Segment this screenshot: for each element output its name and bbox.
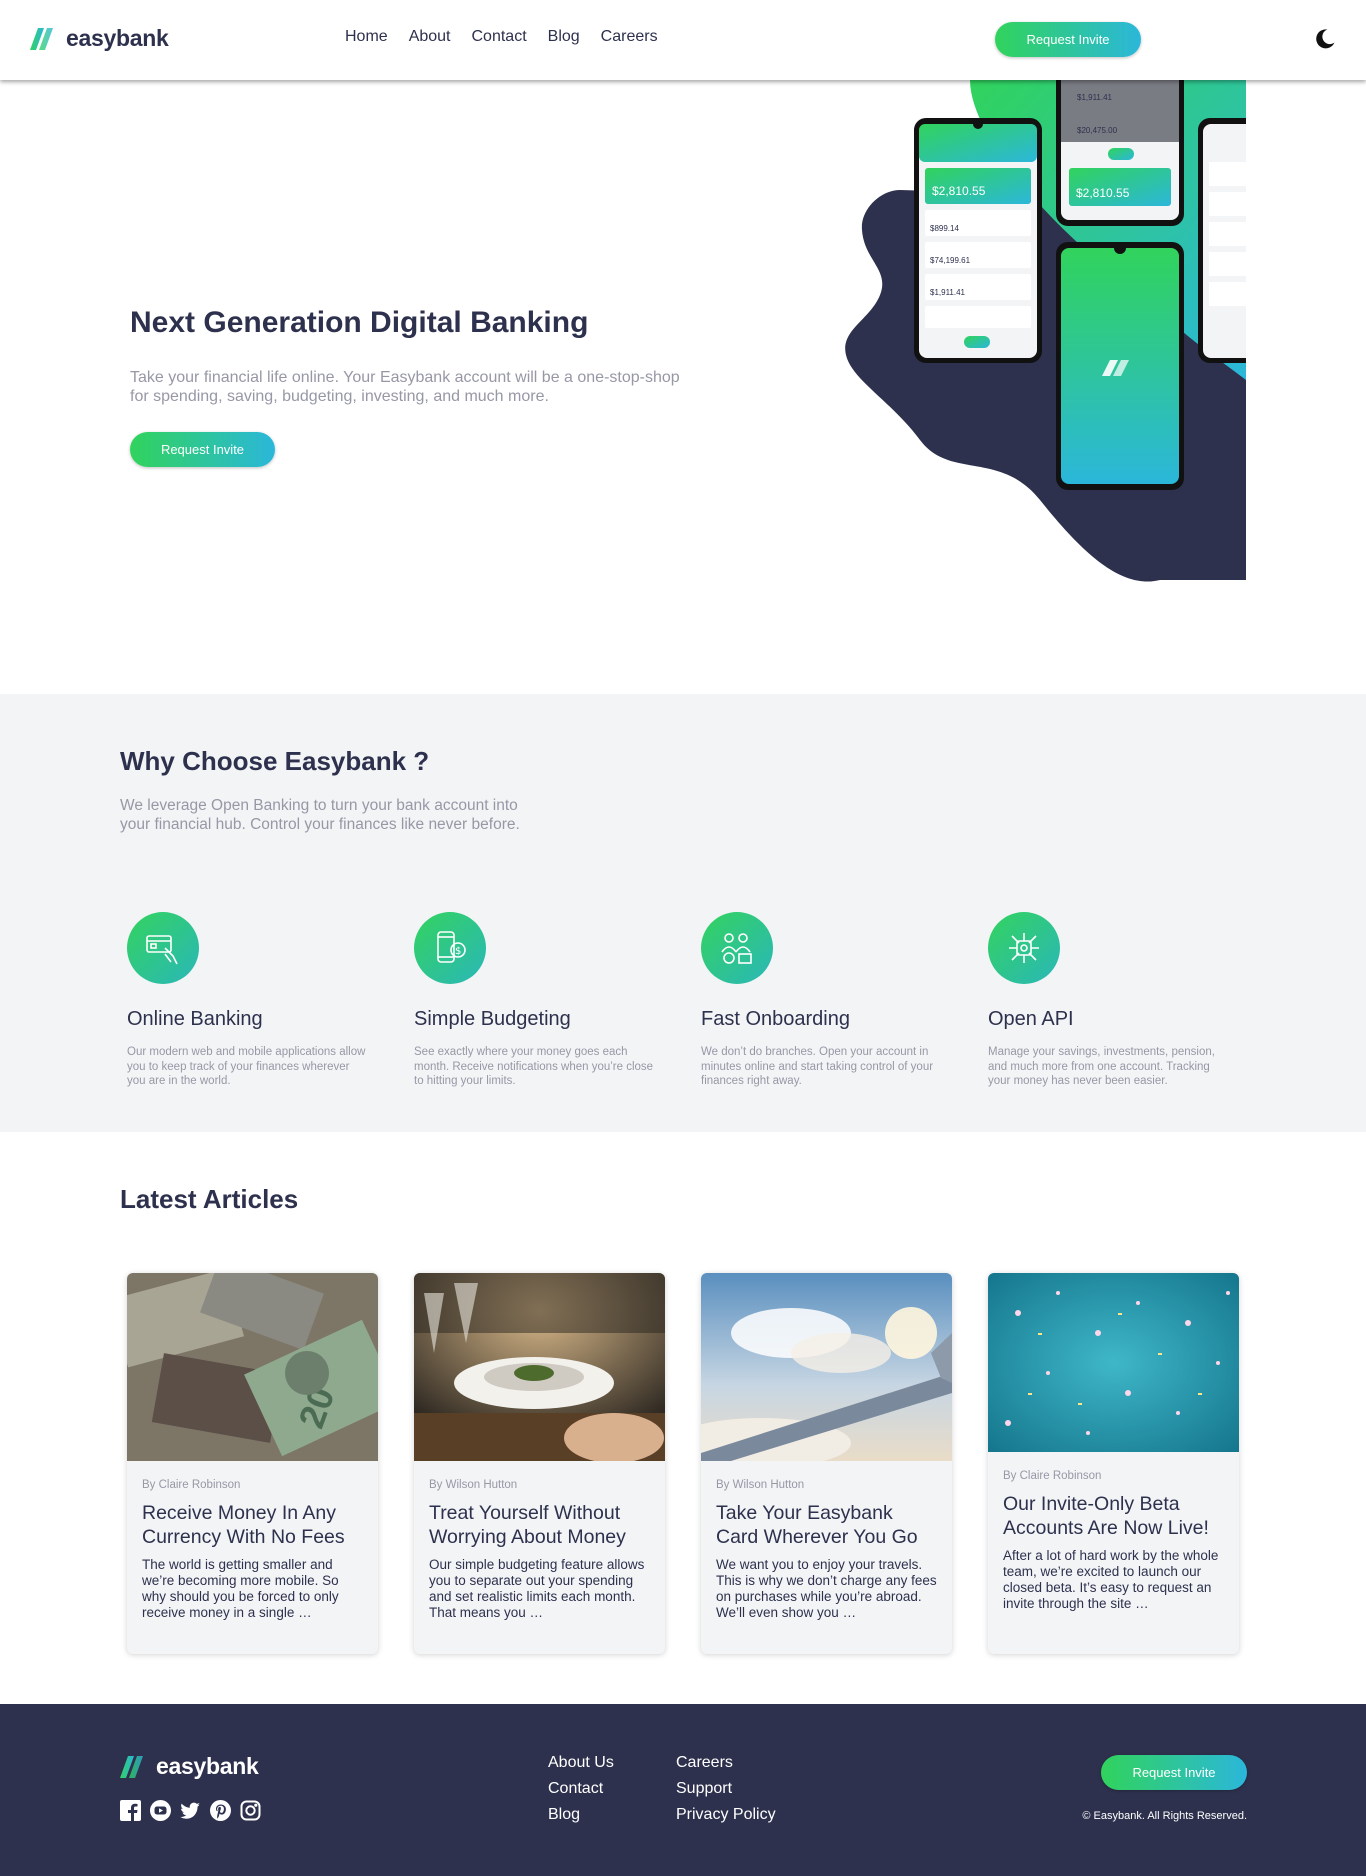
footer-logo-text: easybank bbox=[156, 1753, 259, 1779]
plane-wing-photo bbox=[701, 1273, 952, 1468]
footer-link-privacy-policy[interactable]: Privacy Policy bbox=[676, 1806, 776, 1824]
header-request-invite-button[interactable]: Request Invite bbox=[995, 22, 1141, 57]
articles-title: Latest Articles bbox=[120, 1184, 299, 1214]
facebook-icon[interactable] bbox=[120, 1800, 141, 1821]
phone-top-row-2: $20,475.00 bbox=[1077, 126, 1118, 135]
restaurant-photo bbox=[414, 1273, 665, 1463]
footer-link-careers[interactable]: Careers bbox=[676, 1754, 733, 1772]
feature-open-api: Open API Manage your savings, investment… bbox=[988, 912, 1238, 1089]
twitter-icon[interactable] bbox=[180, 1800, 201, 1821]
phone-row-3: $1,911.41 bbox=[930, 288, 966, 297]
hero-request-invite-button[interactable]: Request Invite bbox=[130, 432, 275, 467]
article-card[interactable]: By Wilson Hutton Treat Yourself Without … bbox=[414, 1273, 665, 1654]
article-excerpt: Our simple budgeting feature allows you … bbox=[429, 1557, 645, 1620]
hero-phones-illustration: $2,810.55 $899.14 $74,199.61 $1,911.41 $… bbox=[840, 80, 1246, 600]
phone-bottom bbox=[1056, 242, 1184, 490]
phones-mockup-image: $2,810.55 $899.14 $74,199.61 $1,911.41 $… bbox=[845, 80, 1246, 582]
why-title: Why Choose Easybank ? bbox=[120, 746, 430, 776]
phone-row-2: $74,199.61 bbox=[930, 256, 971, 265]
article-title[interactable]: Our Invite-Only Beta Accounts Are Now Li… bbox=[1003, 1492, 1224, 1540]
hero-description: Take your financial life online. Your Ea… bbox=[130, 369, 680, 405]
phone-top-row-1: $1,911.41 bbox=[1077, 93, 1113, 102]
why-description: We leverage Open Banking to turn your ba… bbox=[120, 797, 520, 833]
youtube-icon[interactable] bbox=[150, 1800, 171, 1821]
nav-careers[interactable]: Careers bbox=[601, 28, 658, 46]
logo-text: easybank bbox=[66, 25, 169, 51]
article-title[interactable]: Take Your Easybank Card Wherever You Go bbox=[716, 1501, 937, 1549]
footer-logo[interactable]: easybank bbox=[120, 1753, 259, 1780]
feature-text: We don’t do branches. Open your account … bbox=[701, 1046, 934, 1087]
pinterest-icon[interactable] bbox=[210, 1800, 231, 1821]
header-logo[interactable]: easybank bbox=[30, 25, 169, 52]
feature-text: Manage your savings, investments, pensio… bbox=[988, 1046, 1215, 1087]
nav-blog[interactable]: Blog bbox=[548, 28, 580, 46]
article-author: By Wilson Hutton bbox=[429, 1479, 518, 1491]
site-header: easybank Home About Contact Blog Careers… bbox=[0, 0, 1366, 80]
article-author: By Claire Robinson bbox=[1003, 1470, 1102, 1482]
phone-right bbox=[1198, 118, 1246, 363]
hero-title: Next Generation Digital Banking bbox=[130, 306, 589, 339]
article-title[interactable]: Receive Money In Any Currency With No Fe… bbox=[142, 1501, 363, 1549]
online-banking-icon bbox=[127, 912, 199, 984]
footer-link-support[interactable]: Support bbox=[676, 1780, 732, 1798]
svg-text:$2,810.55: $2,810.55 bbox=[1076, 186, 1130, 200]
phone-top: $1,911.41 $20,475.00 $2,810.55 bbox=[1056, 80, 1184, 226]
feature-title: Simple Budgeting bbox=[414, 1008, 571, 1030]
footer-link-blog[interactable]: Blog bbox=[548, 1806, 580, 1824]
phone-row-1: $899.14 bbox=[930, 224, 959, 233]
feature-fast-onboarding: Fast Onboarding We don’t do branches. Op… bbox=[701, 912, 951, 1089]
article-excerpt: After a lot of hard work by the whole te… bbox=[1003, 1548, 1219, 1611]
feature-title: Online Banking bbox=[127, 1008, 263, 1030]
budgeting-icon: $ bbox=[414, 912, 486, 984]
footer-link-contact[interactable]: Contact bbox=[548, 1780, 603, 1798]
instagram-icon[interactable] bbox=[240, 1800, 261, 1821]
nav-contact[interactable]: Contact bbox=[472, 28, 527, 46]
api-icon bbox=[988, 912, 1060, 984]
nav-home[interactable]: Home bbox=[345, 28, 388, 46]
article-card[interactable]: By Wilson Hutton Take Your Easybank Card… bbox=[701, 1273, 952, 1654]
footer-request-invite-button[interactable]: Request Invite bbox=[1101, 1755, 1247, 1790]
main-nav: Home About Contact Blog Careers bbox=[345, 28, 658, 46]
article-author: By Wilson Hutton bbox=[716, 1479, 805, 1491]
feature-text: Our modern web and mobile applications a… bbox=[127, 1046, 366, 1087]
logo-icon bbox=[120, 1755, 143, 1778]
article-excerpt: We want you to enjoy your travels. This … bbox=[716, 1557, 937, 1620]
article-card[interactable]: By Claire Robinson Our Invite-Only Beta … bbox=[988, 1273, 1239, 1654]
moon-icon[interactable] bbox=[1313, 27, 1337, 51]
logo-icon bbox=[30, 27, 53, 50]
phone-balance: $2,810.55 bbox=[932, 184, 986, 198]
article-excerpt: The world is getting smaller and we’re b… bbox=[142, 1557, 339, 1620]
footer-link-about-us[interactable]: About Us bbox=[548, 1754, 614, 1772]
phone-left: $2,810.55 $899.14 $74,199.61 $1,911.41 bbox=[914, 118, 1042, 363]
currency-photo: 20 bbox=[127, 1273, 378, 1461]
social-links bbox=[120, 1800, 261, 1821]
feature-online-banking: Online Banking Our modern web and mobile… bbox=[127, 912, 377, 1089]
article-author: By Claire Robinson bbox=[142, 1479, 241, 1491]
nav-about[interactable]: About bbox=[409, 28, 451, 46]
feature-text: See exactly where your money goes each m… bbox=[414, 1046, 654, 1087]
svg-text:$: $ bbox=[455, 946, 461, 957]
feature-simple-budgeting: $ Simple Budgeting See exactly where you… bbox=[414, 912, 664, 1089]
copyright-text: © Easybank. All Rights Reserved. bbox=[1082, 1810, 1247, 1822]
article-card[interactable]: 20 By Claire Robinson Receive Money In A… bbox=[127, 1273, 378, 1654]
onboarding-icon bbox=[701, 912, 773, 984]
feature-title: Open API bbox=[988, 1008, 1074, 1030]
article-title[interactable]: Treat Yourself Without Worrying About Mo… bbox=[429, 1501, 650, 1549]
confetti-photo bbox=[988, 1273, 1239, 1452]
feature-title: Fast Onboarding bbox=[701, 1008, 850, 1030]
